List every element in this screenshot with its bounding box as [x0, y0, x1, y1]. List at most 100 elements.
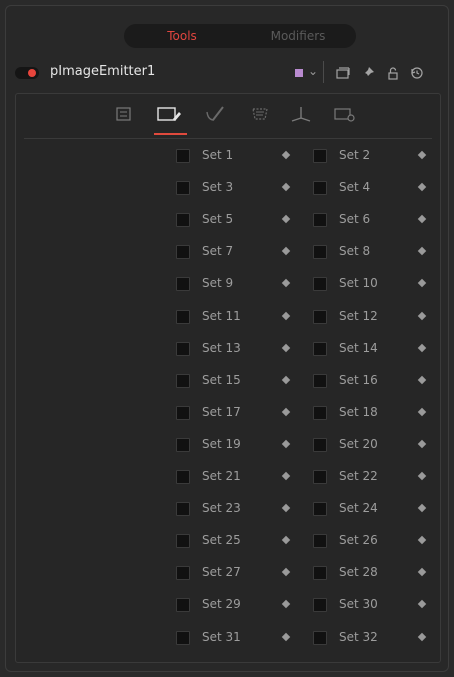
keyframe-diamond-icon[interactable]: [417, 632, 427, 641]
keyframe-diamond-icon[interactable]: [281, 343, 291, 352]
set-label: Set 3: [202, 180, 234, 195]
keyframe-diamond-icon[interactable]: [417, 182, 427, 192]
keyframe-diamond-icon[interactable]: [281, 471, 291, 481]
set-checkbox[interactable]: [176, 630, 190, 645]
keyframe-diamond-icon[interactable]: [417, 150, 427, 160]
set-checkbox[interactable]: [313, 213, 327, 228]
controls-tab-icon[interactable]: [110, 104, 136, 124]
set-checkbox[interactable]: [313, 309, 327, 324]
set-checkbox[interactable]: [176, 245, 190, 260]
chevron-down-icon[interactable]: ⌄: [308, 64, 318, 78]
keyframe-diamond-icon[interactable]: [417, 600, 427, 609]
set-checkbox[interactable]: [313, 277, 327, 292]
set-label: Set 19: [202, 436, 241, 451]
set-checkbox[interactable]: [176, 534, 190, 549]
keyframe-diamond-icon[interactable]: [281, 182, 291, 192]
set-row: Set 9 Set 10: [16, 274, 440, 296]
top-tab-switch: Tools Modifiers: [124, 24, 356, 48]
set-checkbox[interactable]: [313, 566, 327, 581]
keyframe-diamond-icon[interactable]: [281, 439, 291, 449]
lock-icon[interactable]: [385, 65, 401, 81]
set-row: Set 5 Set 6: [16, 210, 440, 232]
keyframe-diamond-icon[interactable]: [281, 503, 291, 513]
keyframe-diamond-icon[interactable]: [281, 311, 291, 320]
set-checkbox[interactable]: [313, 405, 327, 420]
set-checkbox[interactable]: [313, 502, 327, 517]
set-checkbox[interactable]: [313, 470, 327, 484]
set-checkbox[interactable]: [313, 534, 327, 549]
set-checkbox[interactable]: [313, 598, 327, 613]
set-checkbox[interactable]: [176, 598, 190, 613]
set-checkbox[interactable]: [176, 149, 190, 163]
set-label: Set 23: [202, 501, 241, 516]
tool-enable-toggle[interactable]: [15, 67, 39, 79]
keyframe-diamond-icon[interactable]: [417, 343, 427, 352]
set-checkbox[interactable]: [313, 341, 327, 356]
keyframe-diamond-icon[interactable]: [281, 279, 291, 288]
keyframe-diamond-icon[interactable]: [417, 439, 427, 449]
set-checkbox[interactable]: [313, 630, 327, 645]
set-checkbox[interactable]: [313, 437, 327, 452]
set-label: Set 30: [339, 597, 378, 612]
set-checkbox[interactable]: [176, 566, 190, 581]
toggle-dot: [28, 69, 36, 77]
keyframe-diamond-icon[interactable]: [281, 375, 291, 384]
set-label: Set 8: [339, 244, 371, 259]
keyframe-diamond-icon[interactable]: [417, 471, 427, 481]
keyframe-diamond-icon[interactable]: [281, 407, 291, 417]
style-tab-icon[interactable]: [156, 104, 182, 124]
keyframe-diamond-icon[interactable]: [281, 150, 291, 160]
set-row: Set 13 Set 14: [16, 339, 440, 361]
set-checkbox[interactable]: [176, 181, 190, 196]
keyframe-diamond-icon[interactable]: [417, 247, 427, 256]
set-label: Set 7: [202, 244, 234, 259]
keyframe-diamond-icon[interactable]: [417, 279, 427, 288]
keyframe-diamond-icon[interactable]: [417, 311, 427, 320]
keyframe-diamond-icon[interactable]: [417, 535, 427, 545]
set-checkbox[interactable]: [176, 309, 190, 324]
set-label: Set 6: [339, 212, 371, 227]
set-checkbox[interactable]: [313, 245, 327, 260]
set-checkbox[interactable]: [313, 181, 327, 196]
set-row: Set 17 Set 18: [16, 403, 440, 425]
window-icon[interactable]: [335, 65, 351, 81]
pin-icon[interactable]: [360, 65, 376, 81]
set-checkbox[interactable]: [176, 502, 190, 517]
region-tab-icon[interactable]: [247, 104, 273, 124]
keyframe-diamond-icon[interactable]: [281, 247, 291, 256]
keyframe-diamond-icon[interactable]: [281, 535, 291, 545]
keyframe-diamond-icon[interactable]: [417, 375, 427, 384]
tool-color-swatch[interactable]: [295, 69, 303, 77]
keyframe-diamond-icon[interactable]: [281, 632, 291, 641]
set-checkbox[interactable]: [313, 373, 327, 388]
set-checkbox[interactable]: [176, 470, 190, 484]
set-label: Set 14: [339, 340, 378, 355]
set-label: Set 15: [202, 372, 241, 387]
transform-tab-icon[interactable]: [288, 104, 314, 124]
set-checkbox[interactable]: [176, 373, 190, 388]
set-checkbox[interactable]: [176, 437, 190, 452]
set-checkbox[interactable]: [176, 277, 190, 292]
keyframe-diamond-icon[interactable]: [281, 600, 291, 609]
keyframe-diamond-icon[interactable]: [417, 568, 427, 577]
paint-tab-icon[interactable]: [202, 104, 228, 124]
panel-tab-bar: [16, 94, 440, 135]
keyframe-diamond-icon[interactable]: [417, 503, 427, 513]
set-row: Set 27 Set 28: [16, 563, 440, 585]
keyframe-diamond-icon[interactable]: [417, 214, 427, 224]
keyframe-diamond-icon[interactable]: [417, 407, 427, 417]
settings-tab-icon[interactable]: [331, 104, 357, 124]
set-label: Set 25: [202, 533, 241, 548]
reset-icon[interactable]: [409, 65, 425, 81]
keyframe-diamond-icon[interactable]: [281, 214, 291, 224]
set-label: Set 29: [202, 597, 241, 612]
set-checkbox[interactable]: [313, 149, 327, 163]
tab-modifiers[interactable]: Modifiers: [240, 24, 356, 48]
set-label: Set 28: [339, 565, 378, 580]
set-checkbox[interactable]: [176, 405, 190, 420]
set-checkbox[interactable]: [176, 213, 190, 228]
tab-tools[interactable]: Tools: [124, 24, 240, 48]
set-label: Set 9: [202, 276, 234, 291]
keyframe-diamond-icon[interactable]: [281, 568, 291, 577]
set-checkbox[interactable]: [176, 341, 190, 356]
